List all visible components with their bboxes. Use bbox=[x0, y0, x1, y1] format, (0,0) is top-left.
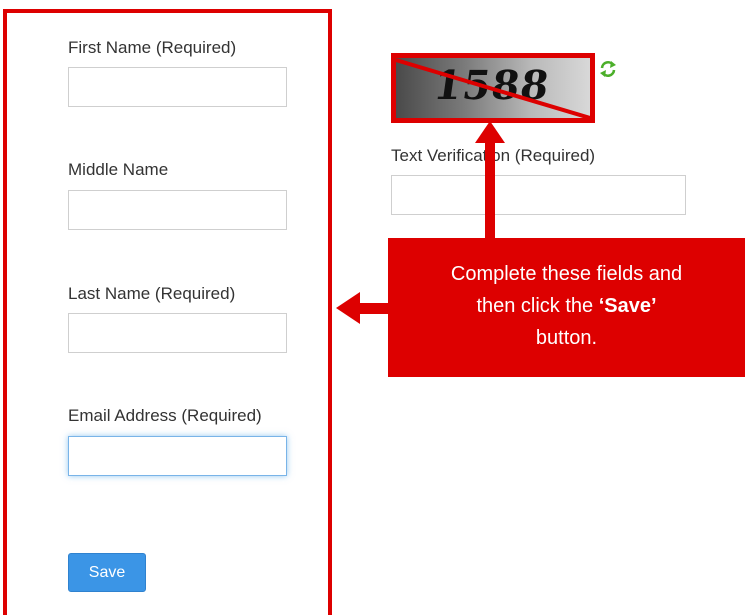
callout-line-1: Complete these fields and bbox=[450, 263, 683, 285]
left-arrow-head bbox=[336, 292, 360, 324]
first-name-label: First Name (Required) bbox=[68, 38, 237, 57]
last-name-input[interactable] bbox=[68, 313, 287, 353]
email-input[interactable] bbox=[68, 436, 287, 476]
first-name-input[interactable] bbox=[68, 67, 287, 107]
captcha-image: 1588 bbox=[396, 58, 590, 118]
callout-line-2-text: then click the bbox=[476, 295, 599, 317]
text-verification-label: Text Verification (Required) bbox=[391, 146, 596, 165]
last-name-label: Last Name (Required) bbox=[68, 284, 236, 303]
left-arrow-shaft bbox=[356, 303, 390, 314]
refresh-icon[interactable] bbox=[598, 59, 618, 79]
captcha-highlight-frame: 1588 bbox=[391, 53, 595, 123]
callout-line-3: button. bbox=[535, 327, 598, 349]
captcha-strike-line bbox=[396, 58, 590, 118]
callout-line-2: then click the ‘Save’ bbox=[388, 290, 745, 322]
callout-save-word: ‘Save’ bbox=[598, 295, 657, 317]
save-button[interactable]: Save bbox=[68, 553, 146, 592]
middle-name-input[interactable] bbox=[68, 190, 287, 230]
up-arrow-head bbox=[475, 121, 505, 143]
email-label: Email Address (Required) bbox=[68, 406, 262, 425]
instruction-callout: Complete these fields and then click the… bbox=[388, 238, 745, 377]
middle-name-label: Middle Name bbox=[68, 160, 169, 179]
text-verification-input[interactable] bbox=[391, 175, 686, 215]
